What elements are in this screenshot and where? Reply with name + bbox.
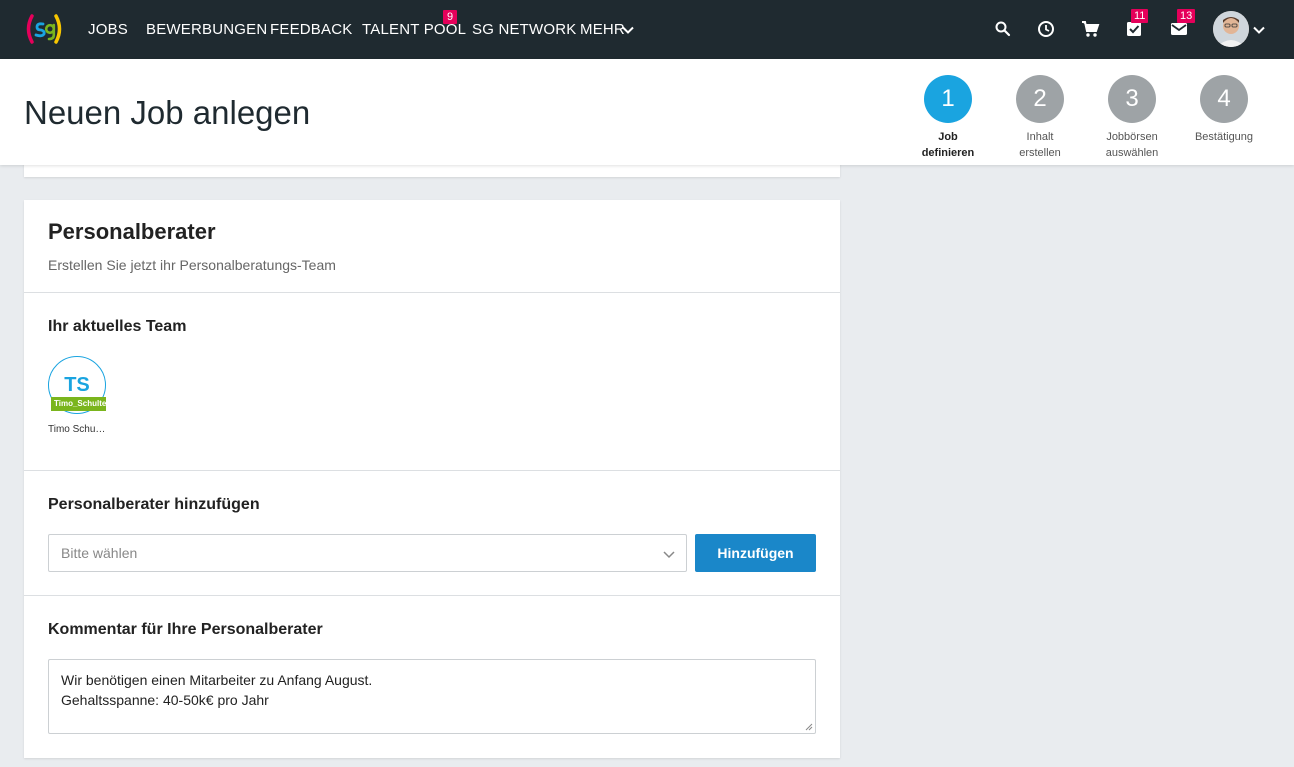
comment-section-title: Kommentar für Ihre Personalberater xyxy=(48,621,323,638)
personalberater-card: Personalberater Erstellen Sie jetzt ihr … xyxy=(24,200,840,758)
add-button[interactable]: Hinzufügen xyxy=(695,534,816,572)
comment-section: Kommentar für Ihre Personalberater Wir b… xyxy=(24,595,840,758)
team-member-name: Timo Schu… xyxy=(48,424,106,435)
nav-sg-network[interactable]: SG NETWORK xyxy=(472,0,577,59)
step-number: 3 xyxy=(1108,75,1156,123)
step-1-job-definieren[interactable]: 1 Job definieren xyxy=(902,75,994,161)
step-label: Job definieren xyxy=(921,131,975,159)
add-section-title: Personalberater hinzufügen xyxy=(48,496,260,513)
nav-mehr[interactable]: MEHR xyxy=(580,0,625,59)
step-label: Bestätigung xyxy=(1194,131,1254,143)
comment-line-1: Wir benötigen einen Mitarbeiter zu Anfan… xyxy=(61,672,373,688)
nav-bewerbungen[interactable]: BEWERBUNGEN xyxy=(146,0,267,59)
cart-icon[interactable] xyxy=(1079,18,1101,40)
avatar[interactable] xyxy=(1213,11,1249,47)
nav-jobs[interactable]: JOBS xyxy=(88,0,128,59)
add-consultant-section: Personalberater hinzufügen Bitte wählen … xyxy=(24,470,840,595)
step-4-bestaetigung[interactable]: 4 Bestätigung xyxy=(1178,75,1270,145)
resize-handle-icon[interactable] xyxy=(805,723,813,731)
search-icon[interactable] xyxy=(992,18,1014,40)
card-title: Personalberater xyxy=(48,219,216,244)
step-3-jobboersen-auswaehlen[interactable]: 3 Jobbörsen auswählen xyxy=(1086,75,1178,161)
step-label: Jobbörsen auswählen xyxy=(1105,131,1159,159)
page-header: Neuen Job anlegen 1 Job definieren 2 Inh… xyxy=(0,59,1294,165)
select-placeholder: Bitte wählen xyxy=(61,545,138,561)
profile-chevron-down-icon[interactable] xyxy=(1252,23,1266,37)
team-member-tag: Timo_Schulte xyxy=(51,397,106,411)
card-subtitle: Erstellen Sie jetzt ihr Personalberatung… xyxy=(48,257,336,273)
clock-icon[interactable] xyxy=(1035,18,1057,40)
comment-textarea[interactable]: Wir benötigen einen Mitarbeiter zu Anfan… xyxy=(48,659,816,734)
chevron-down-icon[interactable] xyxy=(621,23,635,37)
nav-feedback[interactable]: FEEDBACK xyxy=(270,0,352,59)
page-title: Neuen Job anlegen xyxy=(24,94,311,131)
consultant-select[interactable]: Bitte wählen xyxy=(48,534,687,572)
sg-logo[interactable] xyxy=(24,12,64,46)
comment-line-2: Gehaltsspanne: 40-50k€ pro Jahr xyxy=(61,692,269,708)
step-number: 4 xyxy=(1200,75,1248,123)
chevron-down-icon xyxy=(663,551,675,559)
team-section-title: Ihr aktuelles Team xyxy=(48,318,187,335)
step-number: 1 xyxy=(924,75,972,123)
step-label: Inhalt erstellen xyxy=(1019,131,1061,159)
step-2-inhalt-erstellen[interactable]: 2 Inhalt erstellen xyxy=(994,75,1086,161)
team-section: Ihr aktuelles Team TS Timo_Schulte Timo … xyxy=(24,292,840,470)
step-number: 2 xyxy=(1016,75,1064,123)
nav-talent-pool[interactable]: TALENT POOL xyxy=(362,0,466,59)
tasks-badge: 11 xyxy=(1131,9,1149,23)
messages-badge: 13 xyxy=(1177,9,1196,23)
top-navbar: JOBS BEWERBUNGEN FEEDBACK TALENT POOL 9 … xyxy=(0,0,1294,59)
talent-pool-badge: 9 xyxy=(443,10,457,24)
